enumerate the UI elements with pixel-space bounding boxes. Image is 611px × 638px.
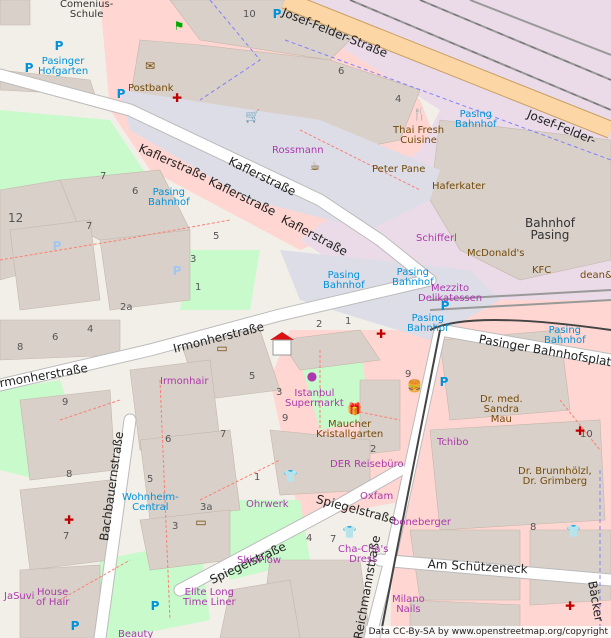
- poi-dr-sandra[interactable]: Dr. med. Sandra Mau: [480, 395, 523, 425]
- poi-tchibo[interactable]: Tchibo: [437, 438, 469, 448]
- poi-maucher[interactable]: Maucher Kristallgarten: [316, 420, 383, 440]
- emergency-icon[interactable]: ⚑: [172, 20, 186, 34]
- poi-dean[interactable]: dean&: [580, 271, 611, 281]
- doctor-icon[interactable]: ✚: [563, 600, 577, 614]
- poi-ohrwerk[interactable]: Ohrwerk: [246, 500, 289, 510]
- house-number: 3: [172, 521, 179, 532]
- house-number: 3: [190, 254, 197, 265]
- house-number: 7: [100, 171, 107, 182]
- house-number: 2a: [120, 302, 133, 313]
- house-number: 3: [276, 387, 283, 398]
- clothes-icon[interactable]: 👕: [566, 525, 581, 539]
- house-number: 5: [249, 371, 256, 382]
- house-number: 5: [147, 474, 154, 485]
- poi-dr-brunnhoelzl[interactable]: Dr. Brunnhölzl, Dr. Grimberg: [518, 467, 592, 487]
- poi-pasing-bahnhof-2[interactable]: Pasing Bahnhof: [455, 110, 497, 130]
- parking-icon[interactable]: P: [50, 240, 64, 254]
- poi-cha-chas[interactable]: Cha-Cha's Dress: [338, 545, 388, 565]
- poi-istanbul[interactable]: Istanbul Supermarkt: [285, 389, 344, 409]
- poi-thai-fresh[interactable]: Thai Fresh Cuisine: [393, 126, 444, 146]
- attribution[interactable]: Data CC-By-SA by www.openstreetmap.org/c…: [365, 626, 611, 638]
- parking-icon[interactable]: P: [437, 376, 451, 390]
- bank-icon[interactable]: ▭: [215, 342, 229, 356]
- poi-pasing-bahnhof-3[interactable]: Pasing Bahnhof: [323, 271, 365, 291]
- house-number: 9: [282, 413, 289, 424]
- parking-icon[interactable]: P: [170, 265, 184, 279]
- house-number: 6: [338, 66, 345, 77]
- house-number: 4: [87, 324, 94, 335]
- house-number: 7: [330, 534, 337, 545]
- parking-icon[interactable]: P: [68, 620, 82, 634]
- house-number: 8: [17, 342, 24, 353]
- house-number: 4: [395, 94, 402, 105]
- house-number: 7: [63, 531, 70, 542]
- clothes-icon[interactable]: 👕: [342, 526, 357, 540]
- poi-boneberger[interactable]: boneberger: [393, 518, 451, 528]
- house-number: 6: [165, 434, 172, 445]
- clothes-icon[interactable]: 👕: [283, 470, 298, 484]
- house-number: 1: [254, 472, 261, 483]
- poi-comenius[interactable]: Comenius- Schule: [60, 0, 113, 20]
- poi-house-of-hair[interactable]: House of Hair: [36, 588, 69, 608]
- poi-jasuvi[interactable]: JaSuvi: [4, 592, 34, 602]
- poi-kfc[interactable]: KFC: [532, 266, 551, 276]
- house-number: 10: [243, 9, 256, 20]
- poi-oxfam[interactable]: Oxfam: [360, 492, 393, 502]
- house-number: 6: [132, 186, 139, 197]
- house-number: 6: [52, 332, 59, 343]
- poi-rossmann[interactable]: Rossmann: [272, 146, 324, 156]
- poi-beauty[interactable]: Beauty: [118, 630, 153, 638]
- poi-bahnhof-pasing[interactable]: Bahnhof Pasing: [525, 217, 575, 241]
- poi-irmonhair[interactable]: Irmonhair: [160, 377, 208, 387]
- house-number: 12: [8, 211, 24, 225]
- parking-icon[interactable]: P: [114, 88, 128, 102]
- house-number: 8: [66, 469, 73, 480]
- poi-elite-long[interactable]: Elite Long Time Liner: [183, 588, 236, 608]
- cafe-icon[interactable]: ☕: [308, 160, 322, 174]
- house-number: 7: [86, 221, 93, 232]
- poi-haferkater[interactable]: Haferkater: [432, 182, 485, 192]
- gift-icon[interactable]: 🎁: [347, 403, 362, 417]
- poi-pasing-bahnhof-1[interactable]: Pasing Bahnhof: [148, 188, 190, 208]
- restaurant-icon[interactable]: 🍴: [412, 108, 427, 122]
- parking-icon[interactable]: P: [438, 300, 452, 314]
- cafe-icon[interactable]: 🍔: [407, 380, 422, 394]
- poi-pasing-bahnhof-5[interactable]: Pasing Bahnhof: [407, 314, 449, 334]
- shop-icon[interactable]: ●: [305, 370, 319, 384]
- poi-schifferl[interactable]: Schifferl: [416, 234, 457, 244]
- house-number: 1: [345, 316, 352, 327]
- pharmacy-icon[interactable]: ✚: [374, 328, 388, 342]
- pharmacy-icon[interactable]: ✚: [62, 514, 76, 528]
- house-number: 5: [213, 231, 220, 242]
- house-number: 2: [316, 319, 323, 330]
- pharmacy-icon[interactable]: ✚: [170, 92, 184, 106]
- doctor-icon[interactable]: ✚: [573, 425, 587, 439]
- house-number: 8: [530, 522, 537, 533]
- house-number: 3a: [200, 502, 213, 513]
- house-number: 2: [370, 444, 377, 455]
- poi-skinflow[interactable]: SkinFlow: [237, 556, 281, 566]
- poi-milano-nails[interactable]: Milano Nails: [392, 595, 425, 615]
- house-number: 4: [306, 533, 313, 544]
- bank-icon[interactable]: ✉: [143, 60, 157, 74]
- house-number: 9: [62, 397, 69, 408]
- poi-pasinger-hofgarten[interactable]: Pasinger Hofgarten: [38, 57, 88, 77]
- parking-icon[interactable]: P: [148, 600, 162, 614]
- map-canvas[interactable]: Josef-Felder-Straße Josef-Felder- Kafler…: [0, 0, 611, 638]
- poi-mcdonalds[interactable]: McDonald's: [467, 249, 525, 259]
- parking-icon[interactable]: P: [52, 40, 66, 54]
- bank-icon[interactable]: ▭: [194, 516, 208, 530]
- poi-wohnheim[interactable]: Wohnheim- Central: [122, 493, 179, 513]
- poi-peter-pane[interactable]: Peter Pane: [372, 165, 425, 175]
- parking-icon[interactable]: P: [22, 62, 36, 76]
- house-number: 1: [195, 282, 202, 293]
- house-number: 7: [220, 429, 227, 440]
- shop-icon[interactable]: 🛒: [245, 110, 260, 124]
- parking-icon[interactable]: P: [270, 8, 284, 22]
- poi-postbank[interactable]: Postbank: [128, 84, 174, 94]
- poi-der-reisebuero[interactable]: DER Reisebüro: [330, 460, 404, 470]
- poi-pasing-bahnhof-6[interactable]: Pasing Bahnhof: [544, 326, 586, 346]
